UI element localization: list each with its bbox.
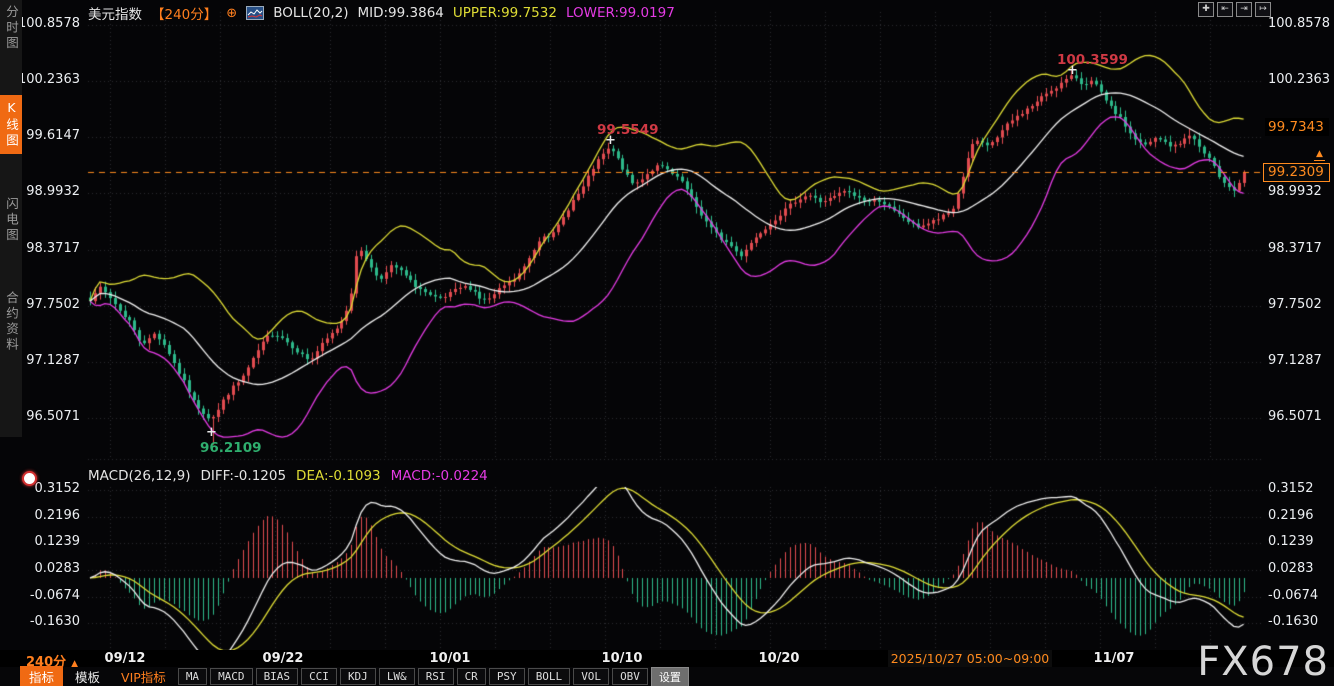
toolbar-tab[interactable]: 指标: [20, 666, 63, 686]
date-tick: 09/12: [105, 651, 146, 666]
macd-title: MACD(26,12,9): [88, 468, 191, 484]
indicator-button-boll[interactable]: BOLL: [528, 668, 571, 685]
chart-tool-icons: ✚⇤⇥↦: [1198, 2, 1271, 17]
indicator-button-vol[interactable]: VOL: [573, 668, 609, 685]
toolbar-tab[interactable]: 模板: [66, 666, 109, 686]
indicator-button-psy[interactable]: PSY: [489, 668, 525, 685]
fit-left-icon[interactable]: ⇤: [1217, 2, 1233, 17]
peak-marker-1: +: [605, 133, 616, 148]
macd-diff-value: DIFF:-0.1205: [201, 468, 287, 484]
macd-bar-value: MACD:-0.0224: [391, 468, 488, 484]
boll-mid-value: MID:99.3864: [357, 5, 443, 21]
watermark: FX678: [1197, 639, 1329, 685]
add-overlay-icon[interactable]: ⊕: [226, 6, 237, 21]
macd-tick-left: 0.1239: [0, 534, 80, 549]
price-tick-right: 98.3717: [1268, 241, 1322, 256]
sidebar-item-active[interactable]: K线图: [0, 95, 22, 154]
boll-lower-value: LOWER:99.0197: [566, 5, 675, 21]
low-marker: +: [206, 425, 217, 440]
current-price-tag: 99.2309: [1263, 163, 1330, 182]
boll-label: BOLL(20,2): [273, 5, 348, 21]
indicator-button-macd[interactable]: MACD: [210, 668, 253, 685]
kline-icon[interactable]: [246, 6, 264, 20]
macd-tick-right: 0.2196: [1268, 508, 1314, 523]
price-tick-right: 100.2363: [1268, 72, 1330, 87]
macd-tick-left: 0.3152: [0, 481, 80, 496]
price-up-arrow-icon: ▲: [1314, 149, 1325, 161]
macd-header: MACD(26,12,9) DIFF:-0.1205 DEA:-0.1093 M…: [88, 468, 488, 484]
macd-tick-left: -0.0674: [0, 588, 80, 603]
peak-marker-2: +: [1067, 63, 1078, 78]
prev-close-tag: 99.7343: [1265, 118, 1329, 136]
indicator-button-obv[interactable]: OBV: [612, 668, 648, 685]
price-tick-right: 97.7502: [1268, 297, 1322, 312]
macd-tick-right: -0.1630: [1268, 614, 1318, 629]
price-tick-right: 96.5071: [1268, 409, 1322, 424]
sidebar-item-tab[interactable]: 合约资料: [0, 286, 22, 358]
macd-tick-right: 0.1239: [1268, 534, 1314, 549]
date-tick: 10/20: [759, 651, 800, 666]
boll-upper-value: UPPER:99.7532: [453, 5, 557, 21]
symbol-title: 美元指数: [88, 3, 142, 23]
indicator-button-bias[interactable]: BIAS: [256, 668, 299, 685]
indicator-button-kdj[interactable]: KDJ: [340, 668, 376, 685]
toolbar-tab[interactable]: VIP指标: [112, 666, 175, 686]
macd-tick-left: 0.0283: [0, 561, 80, 576]
chart-header: 美元指数 【240分】 ⊕ BOLL(20,2) MID:99.3864 UPP…: [88, 3, 675, 23]
period-label: 【240分】: [151, 3, 217, 23]
date-tick: 10/10: [602, 651, 643, 666]
macd-dea-value: DEA:-0.1093: [296, 468, 381, 484]
chart-canvas[interactable]: [0, 0, 1334, 686]
sidebar: 分时图 K线图闪电图合约资料: [0, 0, 22, 437]
indicator-toolbar: 指标模板VIP指标MAMACDBIASCCIKDJLW&RSICRPSYBOLL…: [0, 667, 1334, 686]
macd-tick-right: 0.0283: [1268, 561, 1314, 576]
date-tick: 11/07: [1094, 651, 1135, 666]
indicator-button-cci[interactable]: CCI: [301, 668, 337, 685]
indicator-button-rsi[interactable]: RSI: [418, 668, 454, 685]
date-tick: 10/01: [430, 651, 471, 666]
settings-button[interactable]: 设置: [651, 667, 689, 686]
macd-indicator-icon[interactable]: [22, 471, 37, 486]
indicator-button-lw[interactable]: LW&: [379, 668, 415, 685]
indicator-button-ma[interactable]: MA: [178, 668, 207, 685]
macd-tick-right: 0.3152: [1268, 481, 1314, 496]
app-window: 分时图 K线图闪电图合约资料 美元指数 【240分】 ⊕ BOLL(20,2) M…: [0, 0, 1334, 686]
macd-tick-left: -0.1630: [0, 614, 80, 629]
date-tick: 09/22: [263, 651, 304, 666]
sidebar-item-tab[interactable]: 分时图: [0, 0, 22, 57]
indicator-button-cr[interactable]: CR: [457, 668, 486, 685]
pan-icon[interactable]: ✚: [1198, 2, 1214, 17]
price-tick-right: 100.8578: [1268, 16, 1330, 31]
low-annotation: 96.2109: [200, 440, 262, 456]
price-tick-right: 97.1287: [1268, 353, 1322, 368]
macd-tick-right: -0.0674: [1268, 588, 1318, 603]
time-axis: 240分▲ 2025/10/27 05:00~09:00 — 09/1209/2…: [0, 650, 1334, 667]
hovered-bar-timestamp: 2025/10/27 05:00~09:00 —: [888, 650, 1052, 667]
shift-right-icon[interactable]: ↦: [1255, 2, 1271, 17]
fit-right-icon[interactable]: ⇥: [1236, 2, 1252, 17]
price-tick-right: 98.9932: [1268, 184, 1322, 199]
sidebar-item-tab[interactable]: 闪电图: [0, 192, 22, 249]
macd-tick-left: 0.2196: [0, 508, 80, 523]
